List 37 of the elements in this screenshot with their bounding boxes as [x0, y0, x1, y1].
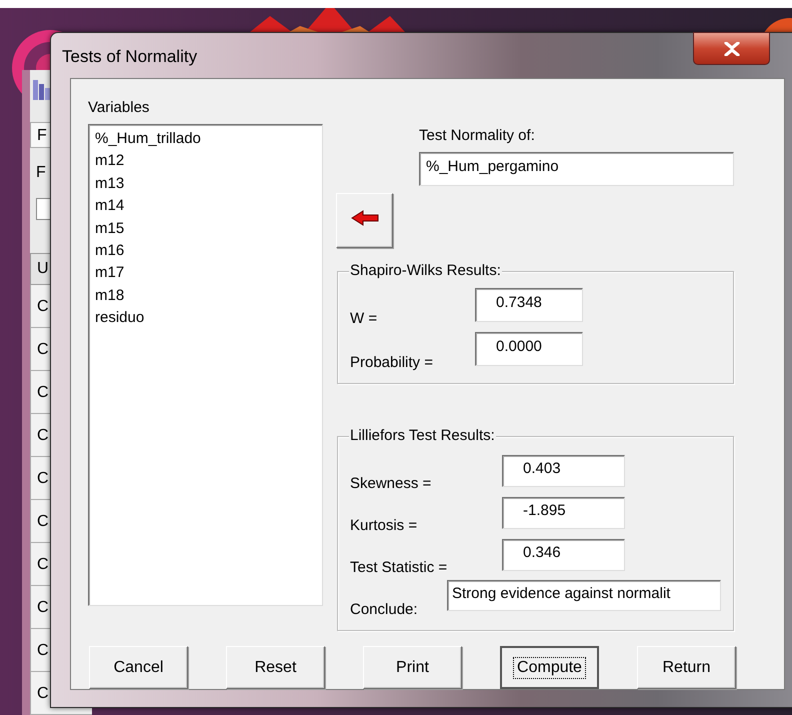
left-arrow-icon: [350, 210, 378, 226]
dialog-button[interactable]: Compute: [500, 646, 599, 689]
list-item[interactable]: %_Hum_trillado: [95, 128, 316, 150]
field-label: Test Normality of:: [419, 127, 535, 145]
list-box[interactable]: %_Hum_trillado m12 m13 m14 m15 m16 m17 m18 residuo: [88, 124, 323, 606]
app-icon: [32, 78, 52, 102]
output-field: Strong evidence against normalit: [447, 580, 721, 611]
field-label: Test Statistic =: [349, 559, 448, 577]
list-item[interactable]: m17: [95, 262, 316, 285]
output-field: 0.346: [502, 539, 625, 571]
list-item[interactable]: m18: [95, 284, 316, 308]
field-label: Skewness =: [349, 475, 432, 493]
output-field: 0.403: [502, 455, 625, 487]
list-item[interactable]: m16: [95, 240, 316, 262]
close-icon: [724, 42, 740, 56]
dialog-button[interactable]: Reset: [226, 646, 325, 689]
group-title: Shapiro-Wilks Results:: [349, 262, 502, 280]
list-label: Variables: [88, 99, 150, 117]
list-item[interactable]: m15: [95, 218, 316, 240]
input-field[interactable]: %_Hum_pergamino: [419, 152, 734, 186]
list-item[interactable]: residuo: [95, 307, 316, 330]
dialog-button[interactable]: Print: [363, 646, 462, 689]
arrow-button[interactable]: [336, 193, 393, 248]
field-label: Conclude:: [349, 601, 419, 619]
list-item[interactable]: m12: [95, 150, 316, 173]
field-label: Kurtosis =: [349, 517, 418, 535]
output-field: -1.895: [502, 497, 625, 529]
close-button[interactable]: [693, 32, 770, 65]
dialog-button[interactable]: Return: [637, 646, 736, 689]
output-field: 0.7348: [475, 288, 583, 322]
window-title: Tests of Normality: [62, 46, 198, 68]
output-field: 0.0000: [475, 332, 583, 366]
field-label: W =: [349, 310, 378, 328]
list-item[interactable]: m13: [95, 172, 316, 196]
list-item[interactable]: m14: [95, 195, 316, 218]
field-label: Probability =: [349, 354, 434, 372]
dialog-button[interactable]: Cancel: [89, 646, 188, 689]
